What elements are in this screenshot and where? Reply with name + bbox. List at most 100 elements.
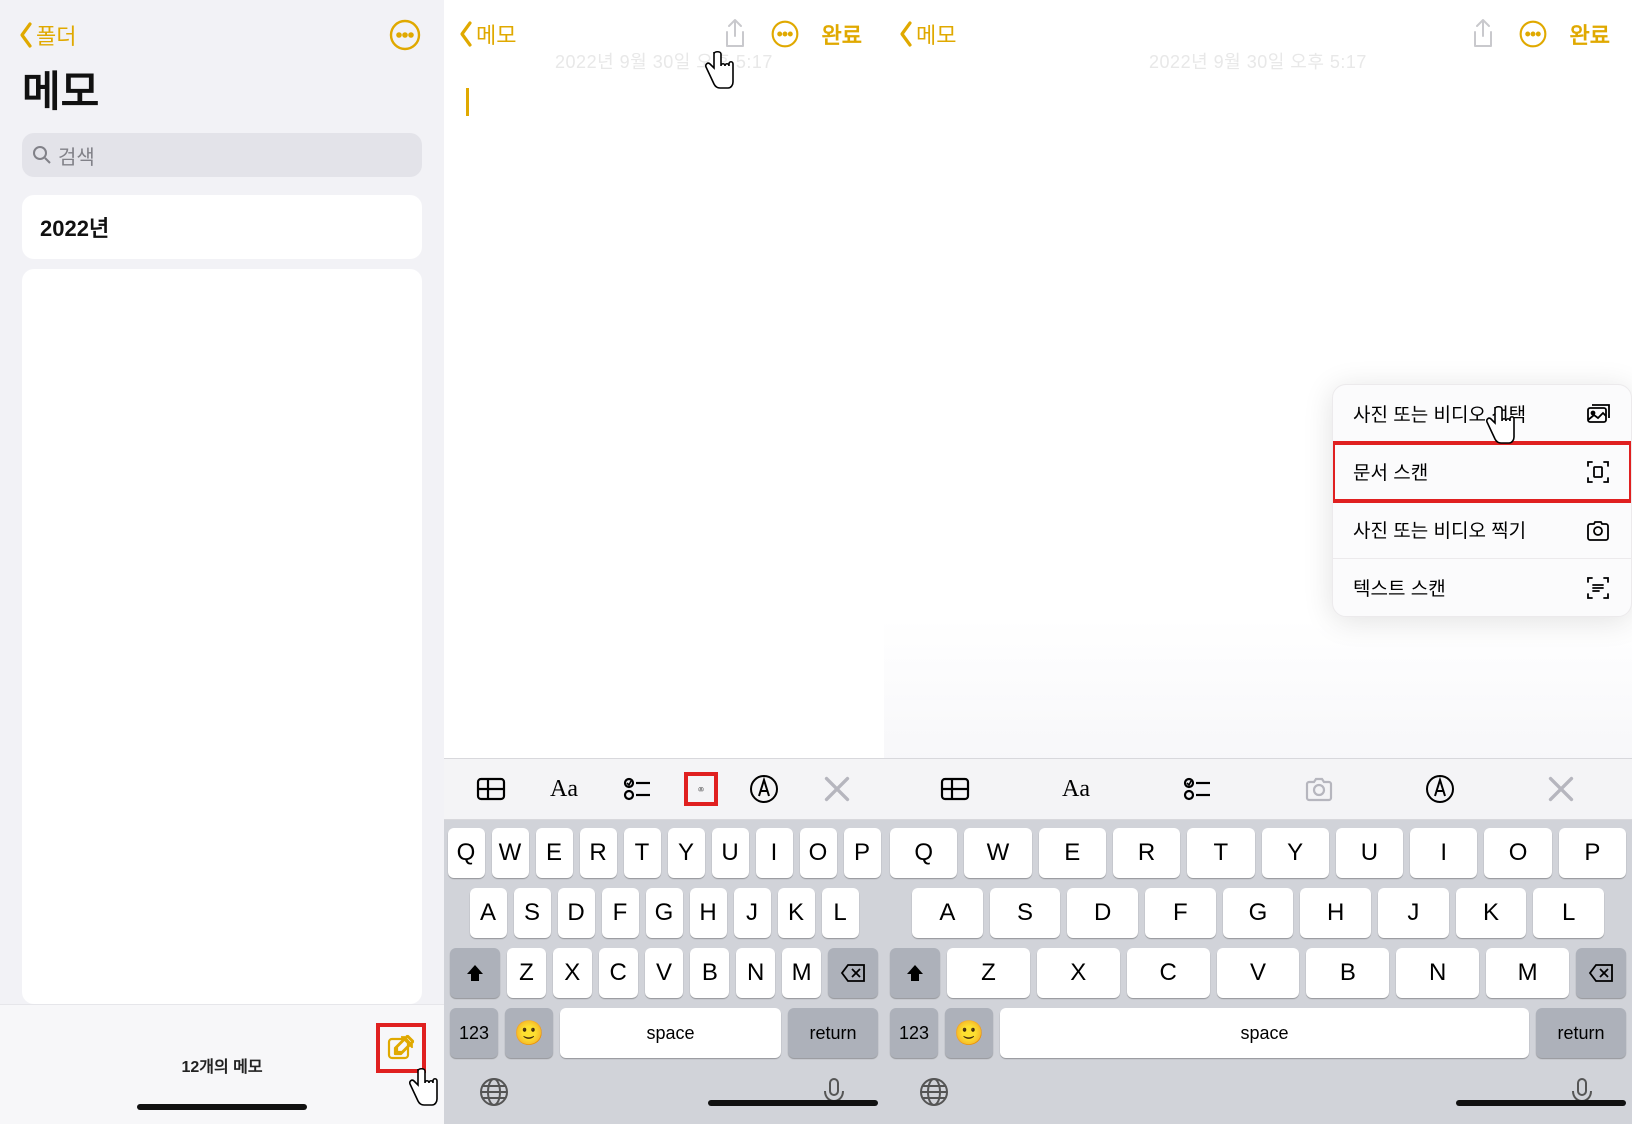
- key-l[interactable]: L: [822, 888, 859, 938]
- done-button[interactable]: 완료: [822, 18, 862, 50]
- key-d[interactable]: D: [1067, 888, 1138, 938]
- key-z[interactable]: Z: [507, 948, 546, 998]
- key-h[interactable]: H: [690, 888, 727, 938]
- camera-icon-dimmed[interactable]: [1302, 772, 1336, 806]
- key-k[interactable]: K: [778, 888, 815, 938]
- note-content-area[interactable]: 사진 또는 비디오 선택 문서 스캔 사진 또는 비디오 찍기 텍스트 스캔: [884, 74, 1632, 758]
- key-u[interactable]: U: [1336, 828, 1403, 878]
- key-r[interactable]: R: [580, 828, 617, 878]
- camera-icon-highlighted[interactable]: [684, 772, 718, 806]
- key-r[interactable]: R: [1113, 828, 1180, 878]
- key-g[interactable]: G: [646, 888, 683, 938]
- key-m[interactable]: M: [1486, 948, 1569, 998]
- numeric-key[interactable]: 123: [890, 1008, 938, 1058]
- key-i[interactable]: I: [1410, 828, 1477, 878]
- key-y[interactable]: Y: [1262, 828, 1329, 878]
- share-icon[interactable]: [722, 18, 748, 50]
- shift-key[interactable]: [450, 948, 500, 998]
- share-icon[interactable]: [1470, 18, 1496, 50]
- key-e[interactable]: E: [536, 828, 573, 878]
- key-b[interactable]: B: [690, 948, 729, 998]
- key-z[interactable]: Z: [947, 948, 1030, 998]
- table-icon[interactable]: [474, 772, 508, 806]
- shift-key[interactable]: [890, 948, 940, 998]
- key-d[interactable]: D: [558, 888, 595, 938]
- table-icon[interactable]: [938, 772, 972, 806]
- note-item-2022[interactable]: 2022년: [22, 195, 422, 259]
- key-f[interactable]: F: [602, 888, 639, 938]
- space-key[interactable]: space: [1000, 1008, 1529, 1058]
- return-key[interactable]: return: [1536, 1008, 1626, 1058]
- key-j[interactable]: J: [1378, 888, 1449, 938]
- search-input[interactable]: 검색: [22, 133, 422, 177]
- menu-choose-photo-video[interactable]: 사진 또는 비디오 선택: [1333, 385, 1631, 443]
- key-p[interactable]: P: [844, 828, 881, 878]
- markup-icon[interactable]: [747, 772, 781, 806]
- compose-icon[interactable]: [386, 1033, 416, 1063]
- more-options-icon[interactable]: [770, 19, 800, 49]
- key-o[interactable]: O: [1484, 828, 1551, 878]
- key-b[interactable]: B: [1306, 948, 1389, 998]
- key-q[interactable]: Q: [890, 828, 957, 878]
- text-format-icon[interactable]: Aa: [547, 772, 581, 806]
- globe-icon[interactable]: [918, 1076, 950, 1108]
- home-indicator[interactable]: [137, 1104, 307, 1110]
- key-l[interactable]: L: [1533, 888, 1604, 938]
- space-key[interactable]: space: [560, 1008, 781, 1058]
- key-p[interactable]: P: [1559, 828, 1626, 878]
- text-format-icon[interactable]: Aa: [1059, 772, 1093, 806]
- key-t[interactable]: T: [1187, 828, 1254, 878]
- key-c[interactable]: C: [599, 948, 638, 998]
- key-j[interactable]: J: [734, 888, 771, 938]
- emoji-key[interactable]: 🙂: [505, 1008, 553, 1058]
- key-e[interactable]: E: [1039, 828, 1106, 878]
- return-key[interactable]: return: [788, 1008, 878, 1058]
- dismiss-icon[interactable]: [820, 772, 854, 806]
- globe-icon[interactable]: [478, 1076, 510, 1108]
- key-o[interactable]: O: [800, 828, 837, 878]
- key-u[interactable]: U: [712, 828, 749, 878]
- emoji-key[interactable]: 🙂: [945, 1008, 993, 1058]
- key-s[interactable]: S: [514, 888, 551, 938]
- key-n[interactable]: N: [736, 948, 775, 998]
- checklist-icon[interactable]: [1180, 772, 1214, 806]
- numeric-key[interactable]: 123: [450, 1008, 498, 1058]
- backspace-key[interactable]: [1576, 948, 1626, 998]
- key-h[interactable]: H: [1300, 888, 1371, 938]
- back-to-folders[interactable]: 폴더: [18, 19, 76, 51]
- key-i[interactable]: I: [756, 828, 793, 878]
- backspace-key[interactable]: [828, 948, 878, 998]
- key-a[interactable]: A: [912, 888, 983, 938]
- back-to-notes[interactable]: 메모: [898, 18, 956, 50]
- menu-scan-document-highlighted[interactable]: 문서 스캔: [1333, 443, 1631, 501]
- checklist-icon[interactable]: [620, 772, 654, 806]
- home-indicator[interactable]: [1456, 1100, 1626, 1106]
- back-to-notes[interactable]: 메모: [458, 18, 516, 50]
- key-w[interactable]: W: [964, 828, 1031, 878]
- key-x[interactable]: X: [553, 948, 592, 998]
- key-s[interactable]: S: [990, 888, 1061, 938]
- key-a[interactable]: A: [470, 888, 507, 938]
- markup-icon[interactable]: [1423, 772, 1457, 806]
- keyboard[interactable]: Q W E R T Y U I O P A S D F G H J K L Z …: [444, 820, 884, 1124]
- key-m[interactable]: M: [782, 948, 821, 998]
- key-n[interactable]: N: [1396, 948, 1479, 998]
- key-q[interactable]: Q: [448, 828, 485, 878]
- key-v[interactable]: V: [645, 948, 684, 998]
- menu-scan-text[interactable]: 텍스트 스캔: [1333, 559, 1631, 616]
- more-options-icon[interactable]: [388, 18, 422, 52]
- key-y[interactable]: Y: [668, 828, 705, 878]
- keyboard[interactable]: Q W E R T Y U I O P A S D F G H J K L Z …: [884, 820, 1632, 1124]
- menu-take-photo-video[interactable]: 사진 또는 비디오 찍기: [1333, 501, 1631, 559]
- key-v[interactable]: V: [1217, 948, 1300, 998]
- note-content-area[interactable]: [444, 74, 884, 758]
- done-button[interactable]: 완료: [1570, 18, 1610, 50]
- home-indicator[interactable]: [708, 1100, 878, 1106]
- key-c[interactable]: C: [1127, 948, 1210, 998]
- key-t[interactable]: T: [624, 828, 661, 878]
- key-f[interactable]: F: [1145, 888, 1216, 938]
- dismiss-icon[interactable]: [1544, 772, 1578, 806]
- key-w[interactable]: W: [492, 828, 529, 878]
- key-k[interactable]: K: [1456, 888, 1527, 938]
- more-options-icon[interactable]: [1518, 19, 1548, 49]
